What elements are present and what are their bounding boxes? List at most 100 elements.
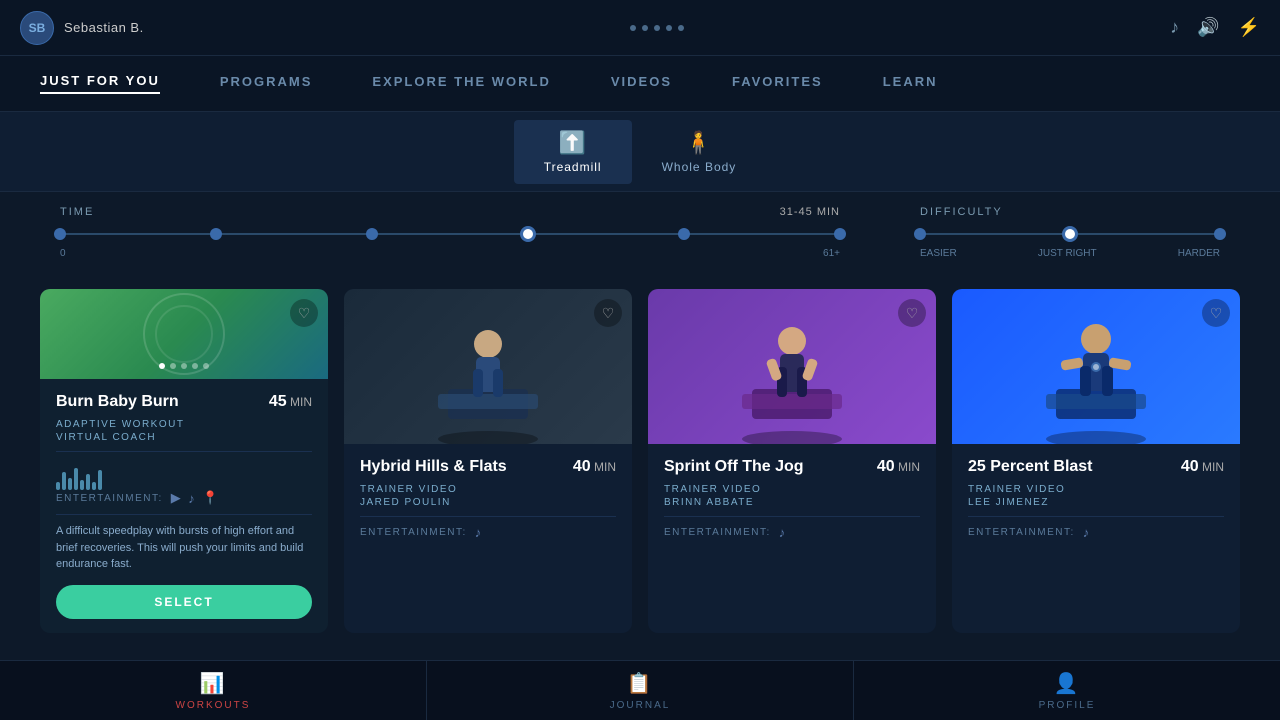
location-icon: 📍 [202, 490, 220, 506]
nav-item-learn[interactable]: LEARN [883, 74, 938, 93]
time-max-label: 61+ [823, 248, 840, 259]
nav-item-programs[interactable]: PROGRAMS [220, 74, 313, 93]
hybrid-divider [360, 516, 616, 517]
hybrid-duration: 40 MIN [573, 458, 616, 476]
top-dot [642, 25, 648, 31]
hybrid-entertainment-label: ENTERTAINMENT: [360, 527, 467, 538]
nav-item-favorites[interactable]: FAVORITES [732, 74, 823, 93]
sprint-trainer-name: BRINN ABBATE [664, 497, 920, 508]
workouts-icon: 📊 [200, 671, 227, 696]
difficulty-harder-label: HARDER [1178, 248, 1220, 259]
whole-body-icon: 🧍 [685, 130, 713, 156]
bottom-nav-journal[interactable]: 📋 JOURNAL [426, 661, 853, 720]
bottom-nav-workouts[interactable]: 📊 WORKOUTS [0, 661, 426, 720]
blast-music-icon: ♪ [1083, 525, 1091, 540]
hybrid-music-icon: ♪ [475, 525, 483, 540]
burn-heart-button[interactable]: ♡ [290, 299, 318, 327]
user-info: SB Sebastian B. [20, 11, 144, 45]
time-min-label: 0 [60, 248, 66, 259]
burn-dot-3 [181, 363, 187, 369]
main-nav: JUST FOR YOU PROGRAMS EXPLORE THE WORLD … [0, 56, 1280, 112]
burn-title: Burn Baby Burn [56, 393, 179, 411]
sub-nav-treadmill[interactable]: ⬆️ Treadmill [514, 120, 632, 184]
card-hybrid-hills: ♡ Hybrid Hills & Flats 40 MIN TRAINER VI… [344, 289, 632, 633]
top-icons: ♪ 🔊 ⚡ [1170, 17, 1260, 38]
sprint-entertainment: ENTERTAINMENT: ♪ [664, 525, 920, 540]
hybrid-title: Hybrid Hills & Flats [360, 458, 507, 476]
burn-divider1 [56, 451, 312, 452]
burn-ent-icons: ▶ ♪ 📍 [171, 490, 220, 506]
filters: TIME 31-45 MIN 0 61+ DIFFICULTY [0, 192, 1280, 273]
card-sprint: ♡ Sprint Off The Jog 40 MIN TRAINER VIDE… [648, 289, 936, 633]
difficulty-just-right-label: JUST RIGHT [1038, 248, 1097, 259]
burn-select-button[interactable]: SELECT [56, 585, 312, 619]
treadmill-icon: ⬆️ [558, 130, 586, 156]
top-dots [630, 25, 684, 31]
sub-nav-whole-body[interactable]: 🧍 Whole Body [632, 120, 767, 184]
hybrid-entertainment: ENTERTAINMENT: ♪ [360, 525, 616, 540]
wave-bar [56, 482, 60, 490]
burn-dot-2 [170, 363, 176, 369]
sprint-divider [664, 516, 920, 517]
blast-trainer [996, 289, 1196, 444]
sub-nav: ⬆️ Treadmill 🧍 Whole Body [0, 112, 1280, 192]
time-dot-1 [210, 228, 222, 240]
burn-description: A difficult speedplay with bursts of hig… [56, 523, 312, 573]
card-sprint-bg [648, 289, 936, 444]
bluetooth-icon[interactable]: ⚡ [1238, 17, 1260, 38]
wave-bar [98, 470, 102, 490]
time-filter-label: TIME [60, 206, 94, 218]
wave-bar [92, 482, 96, 490]
burn-card-body: Burn Baby Burn 45 MIN ADAPTIVE WORKOUT V… [40, 379, 328, 633]
bottom-nav: 📊 WORKOUTS 📋 JOURNAL 👤 PROFILE [0, 660, 1280, 720]
blast-card-body: 25 Percent Blast 40 MIN TRAINER VIDEO LE… [952, 444, 1240, 633]
difficulty-dot-easier [914, 228, 926, 240]
hybrid-heart-button[interactable]: ♡ [594, 299, 622, 327]
sub-nav-treadmill-label: Treadmill [544, 160, 602, 174]
workouts-label: WORKOUTS [176, 700, 251, 711]
cards-section: ♡ Burn Baby Burn 45 MIN ADAPTIVE WORKOUT… [0, 273, 1280, 649]
blast-heart-button[interactable]: ♡ [1202, 299, 1230, 327]
sprint-duration: 40 MIN [877, 458, 920, 476]
hybrid-trainer [388, 289, 588, 444]
time-dot-5 [834, 228, 846, 240]
sprint-card-body: Sprint Off The Jog 40 MIN TRAINER VIDEO … [648, 444, 936, 633]
burn-badge1: ADAPTIVE WORKOUT [56, 419, 312, 430]
nav-item-explore[interactable]: EXPLORE THE WORLD [372, 74, 550, 93]
time-filter: TIME 31-45 MIN 0 61+ [60, 206, 840, 259]
blast-duration: 40 MIN [1181, 458, 1224, 476]
play-icon: ▶ [171, 490, 183, 506]
blast-entertainment-label: ENTERTAINMENT: [968, 527, 1075, 538]
sprint-trainer [692, 289, 892, 444]
card-hybrid-image: ♡ [344, 289, 632, 444]
time-dot-4 [678, 228, 690, 240]
burn-dot-4 [192, 363, 198, 369]
nav-item-just-for-you[interactable]: JUST FOR YOU [40, 73, 160, 94]
hybrid-trainer-name: JARED POULIN [360, 497, 616, 508]
difficulty-filter-label: DIFFICULTY [920, 206, 1003, 218]
music-icon[interactable]: ♪ [1170, 17, 1179, 38]
sprint-title: Sprint Off The Jog [664, 458, 804, 476]
burn-divider2 [56, 514, 312, 515]
wave-bar [62, 472, 66, 490]
profile-label: PROFILE [1039, 700, 1096, 711]
blast-entertainment: ENTERTAINMENT: ♪ [968, 525, 1224, 540]
time-filter-value: 31-45 MIN [780, 206, 840, 218]
bottom-nav-profile[interactable]: 👤 PROFILE [853, 661, 1280, 720]
time-slider[interactable] [60, 224, 840, 244]
wave-bar [68, 478, 72, 490]
card-burn-image: ♡ [40, 289, 328, 379]
sprint-heart-button[interactable]: ♡ [898, 299, 926, 327]
difficulty-dot-harder [1214, 228, 1226, 240]
burn-waveform [56, 460, 312, 490]
card-hybrid-bg [344, 289, 632, 444]
burn-dot-5 [203, 363, 209, 369]
profile-icon: 👤 [1054, 671, 1081, 696]
top-dot [654, 25, 660, 31]
journal-label: JOURNAL [610, 700, 671, 711]
top-dot [630, 25, 636, 31]
difficulty-slider[interactable] [920, 224, 1220, 244]
hybrid-card-body: Hybrid Hills & Flats 40 MIN TRAINER VIDE… [344, 444, 632, 633]
volume-icon[interactable]: 🔊 [1197, 17, 1219, 38]
nav-item-videos[interactable]: VIDEOS [611, 74, 672, 93]
